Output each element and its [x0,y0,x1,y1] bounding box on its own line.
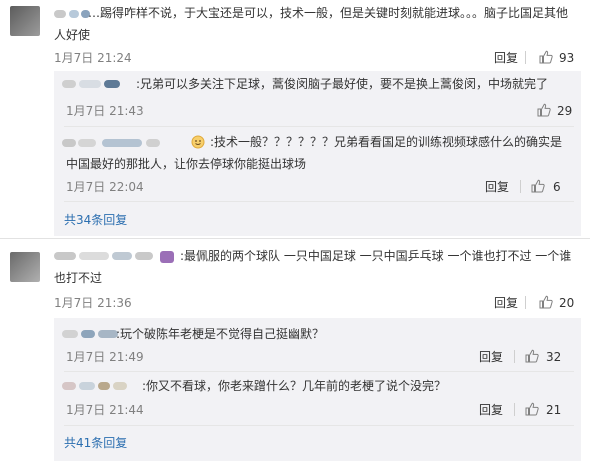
thumbs-up-icon[interactable] [537,103,551,117]
divider [525,51,526,64]
thumbs-up-icon[interactable] [525,349,539,363]
comment-time: 1月7日 21:36 [54,296,132,310]
reply-button[interactable]: 回复 [494,295,518,311]
more-replies-link[interactable]: 共34条回复 [64,212,127,228]
thumbs-up-icon[interactable] [531,179,545,193]
like-count: 20 [559,296,575,310]
divider [514,350,515,363]
more-replies-link[interactable]: 共41条回复 [64,435,127,451]
reply-time: 1月7日 21:49 [66,350,144,364]
reply-button[interactable]: 回复 [494,50,518,66]
reply-divider [64,425,574,426]
avatar[interactable] [10,6,40,36]
reply-button[interactable]: 回复 [485,179,509,195]
like-count: 6 [553,180,561,194]
reply-text: :兄弟可以多关注下足球，蒿俊闵脑子最好使，要不是换上蒿俊闵，中场就完了 [136,77,549,91]
thumbs-up-icon[interactable] [539,295,553,309]
avatar[interactable] [10,252,40,282]
comment-time: 1月7日 21:24 [54,51,132,65]
reply-divider [64,201,574,202]
reply-thread: :玩个破陈年老梗是不觉得自己挺幽默？ 1月7日 21:49 回复 32 :你又不… [54,318,581,461]
reply-text: :你又不看球，你老来蹭什么？几年前的老梗了说个没完？ [142,379,447,393]
divider [520,180,521,193]
divider [525,296,526,309]
like-count: 29 [557,104,573,118]
comment-text: …踢得咋样不说，于大宝还是可以，技术一般，但是关键时刻就能进球。。。脑子比国足其… [54,6,569,42]
reply-time: 1月7日 21:44 [66,403,144,417]
reply-divider [64,371,574,372]
thumbs-up-icon[interactable] [539,50,553,64]
reply-text: :玩个破陈年老梗是不觉得自己挺幽默？ [116,327,325,341]
reply-button[interactable]: 回复 [479,402,503,418]
reply-thread: :兄弟可以多关注下足球，蒿俊闵脑子最好使，要不是换上蒿俊闵，中场就完了 1月7日… [54,71,581,236]
thumbs-up-icon[interactable] [525,402,539,416]
comment-divider [0,238,590,239]
reply-time: 1月7日 21:43 [66,104,144,118]
reply-time: 1月7日 22:04 [66,180,144,194]
reply-button[interactable]: 回复 [479,349,503,365]
like-count: 21 [546,403,562,417]
reply-username-blurred[interactable] [62,330,118,338]
reply-divider [64,126,574,127]
comment-text: :最佩服的两个球队 一只中国足球 一只中国乒乓球 一个谁也打不过 一个谁也打不过 [54,249,572,285]
like-count: 93 [559,51,575,65]
reply-username-blurred[interactable] [62,80,120,88]
like-count: 32 [546,350,562,364]
reply-username-blurred[interactable] [62,382,127,390]
divider [514,403,515,416]
reply-text: :技术一般？？？？？？兄弟看看国足的训练视频球感什么的确实是中国最好的那批人，让… [66,135,563,171]
